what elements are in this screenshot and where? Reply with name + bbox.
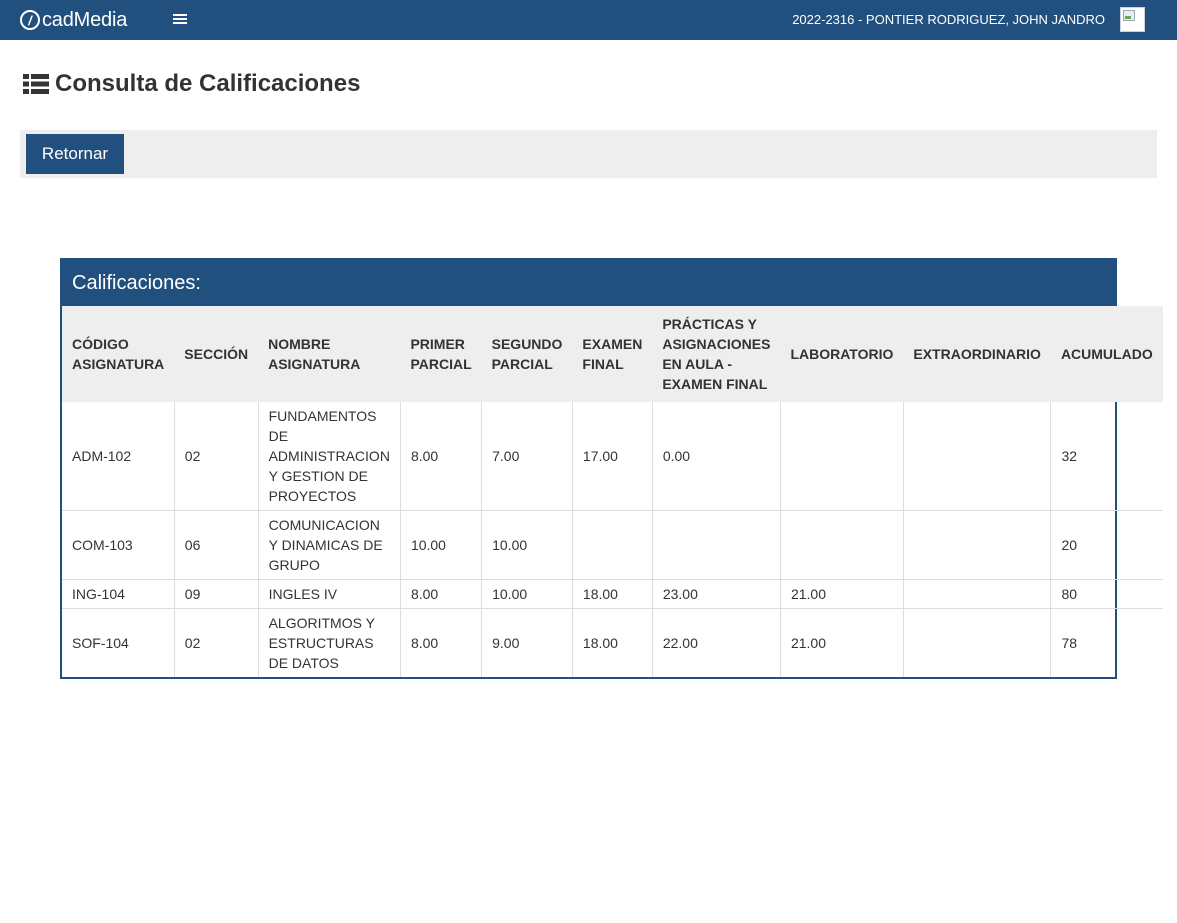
grades-panel: Calificaciones: CÓDIGO ASIGNATURA SECCIÓ… [60,258,1163,679]
cell-codigo: SOF-104 [62,608,175,677]
grades-table: CÓDIGO ASIGNATURA SECCIÓN NOMBRE ASIGNAT… [62,306,1163,677]
cell-laboratorio [779,402,904,511]
cell-examen-final: 17.00 [571,402,653,511]
cell-nombre: COMUNICACION Y DINAMICAS DE GRUPO [257,510,401,580]
cell-segundo-parcial: 7.00 [481,402,573,511]
brand-logo-icon: / [20,10,40,30]
cell-seccion: 02 [173,402,259,511]
brand-logo-mark: / [28,12,32,28]
avatar-icon[interactable] [1120,7,1145,32]
col-header-seccion: SECCIÓN [174,306,259,402]
cell-seccion: 06 [173,510,259,580]
table-row: COM-103 06 COMUNICACION Y DINAMICAS DE G… [62,510,1163,580]
table-row: ADM-102 02 FUNDAMENTOS DE ADMINISTRACION… [62,402,1163,511]
col-header-nombre: NOMBRE ASIGNATURA [258,306,401,402]
cell-examen-final: 18.00 [571,579,653,609]
return-button[interactable]: Retornar [26,134,124,174]
cell-primer-parcial: 10.00 [399,510,483,580]
cell-laboratorio: 21.00 [779,579,904,609]
page-title-text: Consulta de Calificaciones [55,70,361,97]
cell-nombre: ALGORITMOS Y ESTRUCTURAS DE DATOS [257,608,401,677]
cell-segundo-parcial: 10.00 [481,510,573,580]
col-header-examen-final: EXAMEN FINAL [572,306,653,402]
col-header-codigo: CÓDIGO ASIGNATURA [62,306,175,402]
cell-acumulado: 32 [1050,402,1163,511]
cell-acumulado: 80 [1050,579,1163,609]
user-name: 2022-2316 - PONTIER RODRIGUEZ, JOHN JAND… [792,12,1105,27]
top-navbar: / cadMedia 2022-2316 - PONTIER RODRIGUEZ… [0,0,1177,40]
cell-practicas: 23.00 [651,579,781,609]
col-header-segundo-parcial: SEGUNDO PARCIAL [481,306,573,402]
table-row: ING-104 09 INGLES IV 8.00 10.00 18.00 23… [62,579,1163,609]
panel-title: Calificaciones: [62,260,1115,306]
col-header-extraordinario: EXTRAORDINARIO [903,306,1051,402]
col-header-practicas: PRÁCTICAS Y ASIGNACIONES EN AULA - EXAME… [652,306,781,402]
cell-examen-final [571,510,653,580]
cell-primer-parcial: 8.00 [399,579,483,609]
cell-nombre: FUNDAMENTOS DE ADMINISTRACION Y GESTION … [257,402,401,511]
cell-practicas: 22.00 [651,608,781,677]
cell-acumulado: 78 [1050,608,1163,677]
cell-codigo: ADM-102 [62,402,175,511]
toolbar: Retornar [20,130,1157,178]
cell-practicas [651,510,781,580]
cell-seccion: 09 [173,579,259,609]
cell-primer-parcial: 8.00 [399,608,483,677]
cell-practicas: 0.00 [651,402,781,511]
col-header-acumulado: ACUMULADO [1050,306,1163,402]
cell-extraordinario [902,510,1052,580]
col-header-laboratorio: LABORATORIO [780,306,904,402]
cell-seccion: 02 [173,608,259,677]
cell-laboratorio: 21.00 [779,608,904,677]
cell-nombre: INGLES IV [257,579,401,609]
menu-icon[interactable] [173,12,187,28]
list-icon [23,74,49,94]
brand-name: cadMedia [42,8,128,31]
col-header-primer-parcial: PRIMER PARCIAL [400,306,482,402]
page-title: Consulta de Calificaciones [23,70,360,98]
cell-primer-parcial: 8.00 [399,402,483,511]
table-row: SOF-104 02 ALGORITMOS Y ESTRUCTURAS DE D… [62,608,1163,677]
cell-segundo-parcial: 10.00 [481,579,573,609]
cell-segundo-parcial: 9.00 [481,608,573,677]
table-header-row: CÓDIGO ASIGNATURA SECCIÓN NOMBRE ASIGNAT… [62,306,1163,402]
cell-codigo: COM-103 [62,510,175,580]
cell-extraordinario [902,608,1052,677]
cell-examen-final: 18.00 [571,608,653,677]
cell-extraordinario [902,402,1052,511]
cell-extraordinario [902,579,1052,609]
brand[interactable]: / cadMedia [20,9,127,32]
cell-codigo: ING-104 [62,579,175,609]
cell-acumulado: 20 [1050,510,1163,580]
cell-laboratorio [779,510,904,580]
